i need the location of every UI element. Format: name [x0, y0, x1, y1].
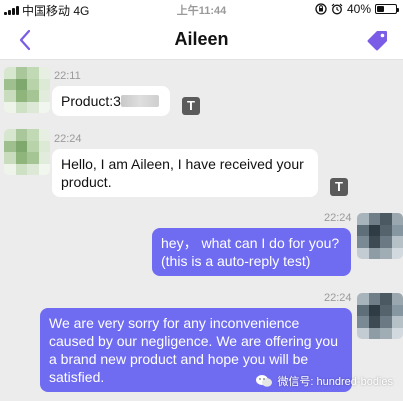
watermark-text: 微信号: hundred-bodies	[277, 376, 393, 388]
translate-button[interactable]: T	[330, 178, 348, 196]
avatar[interactable]	[4, 129, 50, 175]
battery-percent: 40%	[346, 2, 371, 16]
watermark: 微信号: hundred-bodies	[255, 373, 393, 389]
avatar[interactable]	[357, 213, 403, 259]
message-bubble-outgoing: hey， what can I do for you? (this is a a…	[152, 228, 351, 276]
lock-rotation-icon	[315, 3, 327, 15]
battery-icon	[375, 4, 399, 14]
message-timestamp: 22:24	[324, 212, 352, 224]
message-timestamp: 22:11	[54, 70, 81, 82]
translate-button[interactable]: T	[182, 97, 200, 115]
alarm-icon	[331, 3, 343, 15]
avatar[interactable]	[4, 67, 50, 113]
message-text: (this is a auto-reply test)	[161, 253, 311, 269]
nav-bar: Aileen	[0, 20, 403, 60]
tag-icon[interactable]	[367, 29, 389, 51]
message-bubble-incoming: Product:3	[52, 86, 170, 116]
message-timestamp: 22:24	[54, 133, 82, 145]
message-text: hey， what can I do for you?	[161, 235, 340, 251]
redacted-text	[120, 95, 159, 107]
status-bar: 中国移动 4G 上午11:44 40%	[0, 0, 403, 20]
avatar[interactable]	[357, 293, 403, 339]
message-timestamp: 22:24	[324, 292, 352, 304]
wechat-icon	[256, 375, 273, 387]
message-text-punct: ，	[183, 235, 198, 251]
message-text: Product:3	[61, 93, 121, 109]
chat-title: Aileen	[174, 29, 229, 49]
status-right: 40%	[315, 2, 399, 16]
message-bubble-incoming: Hello, I am Aileen, I have received your…	[52, 149, 318, 197]
